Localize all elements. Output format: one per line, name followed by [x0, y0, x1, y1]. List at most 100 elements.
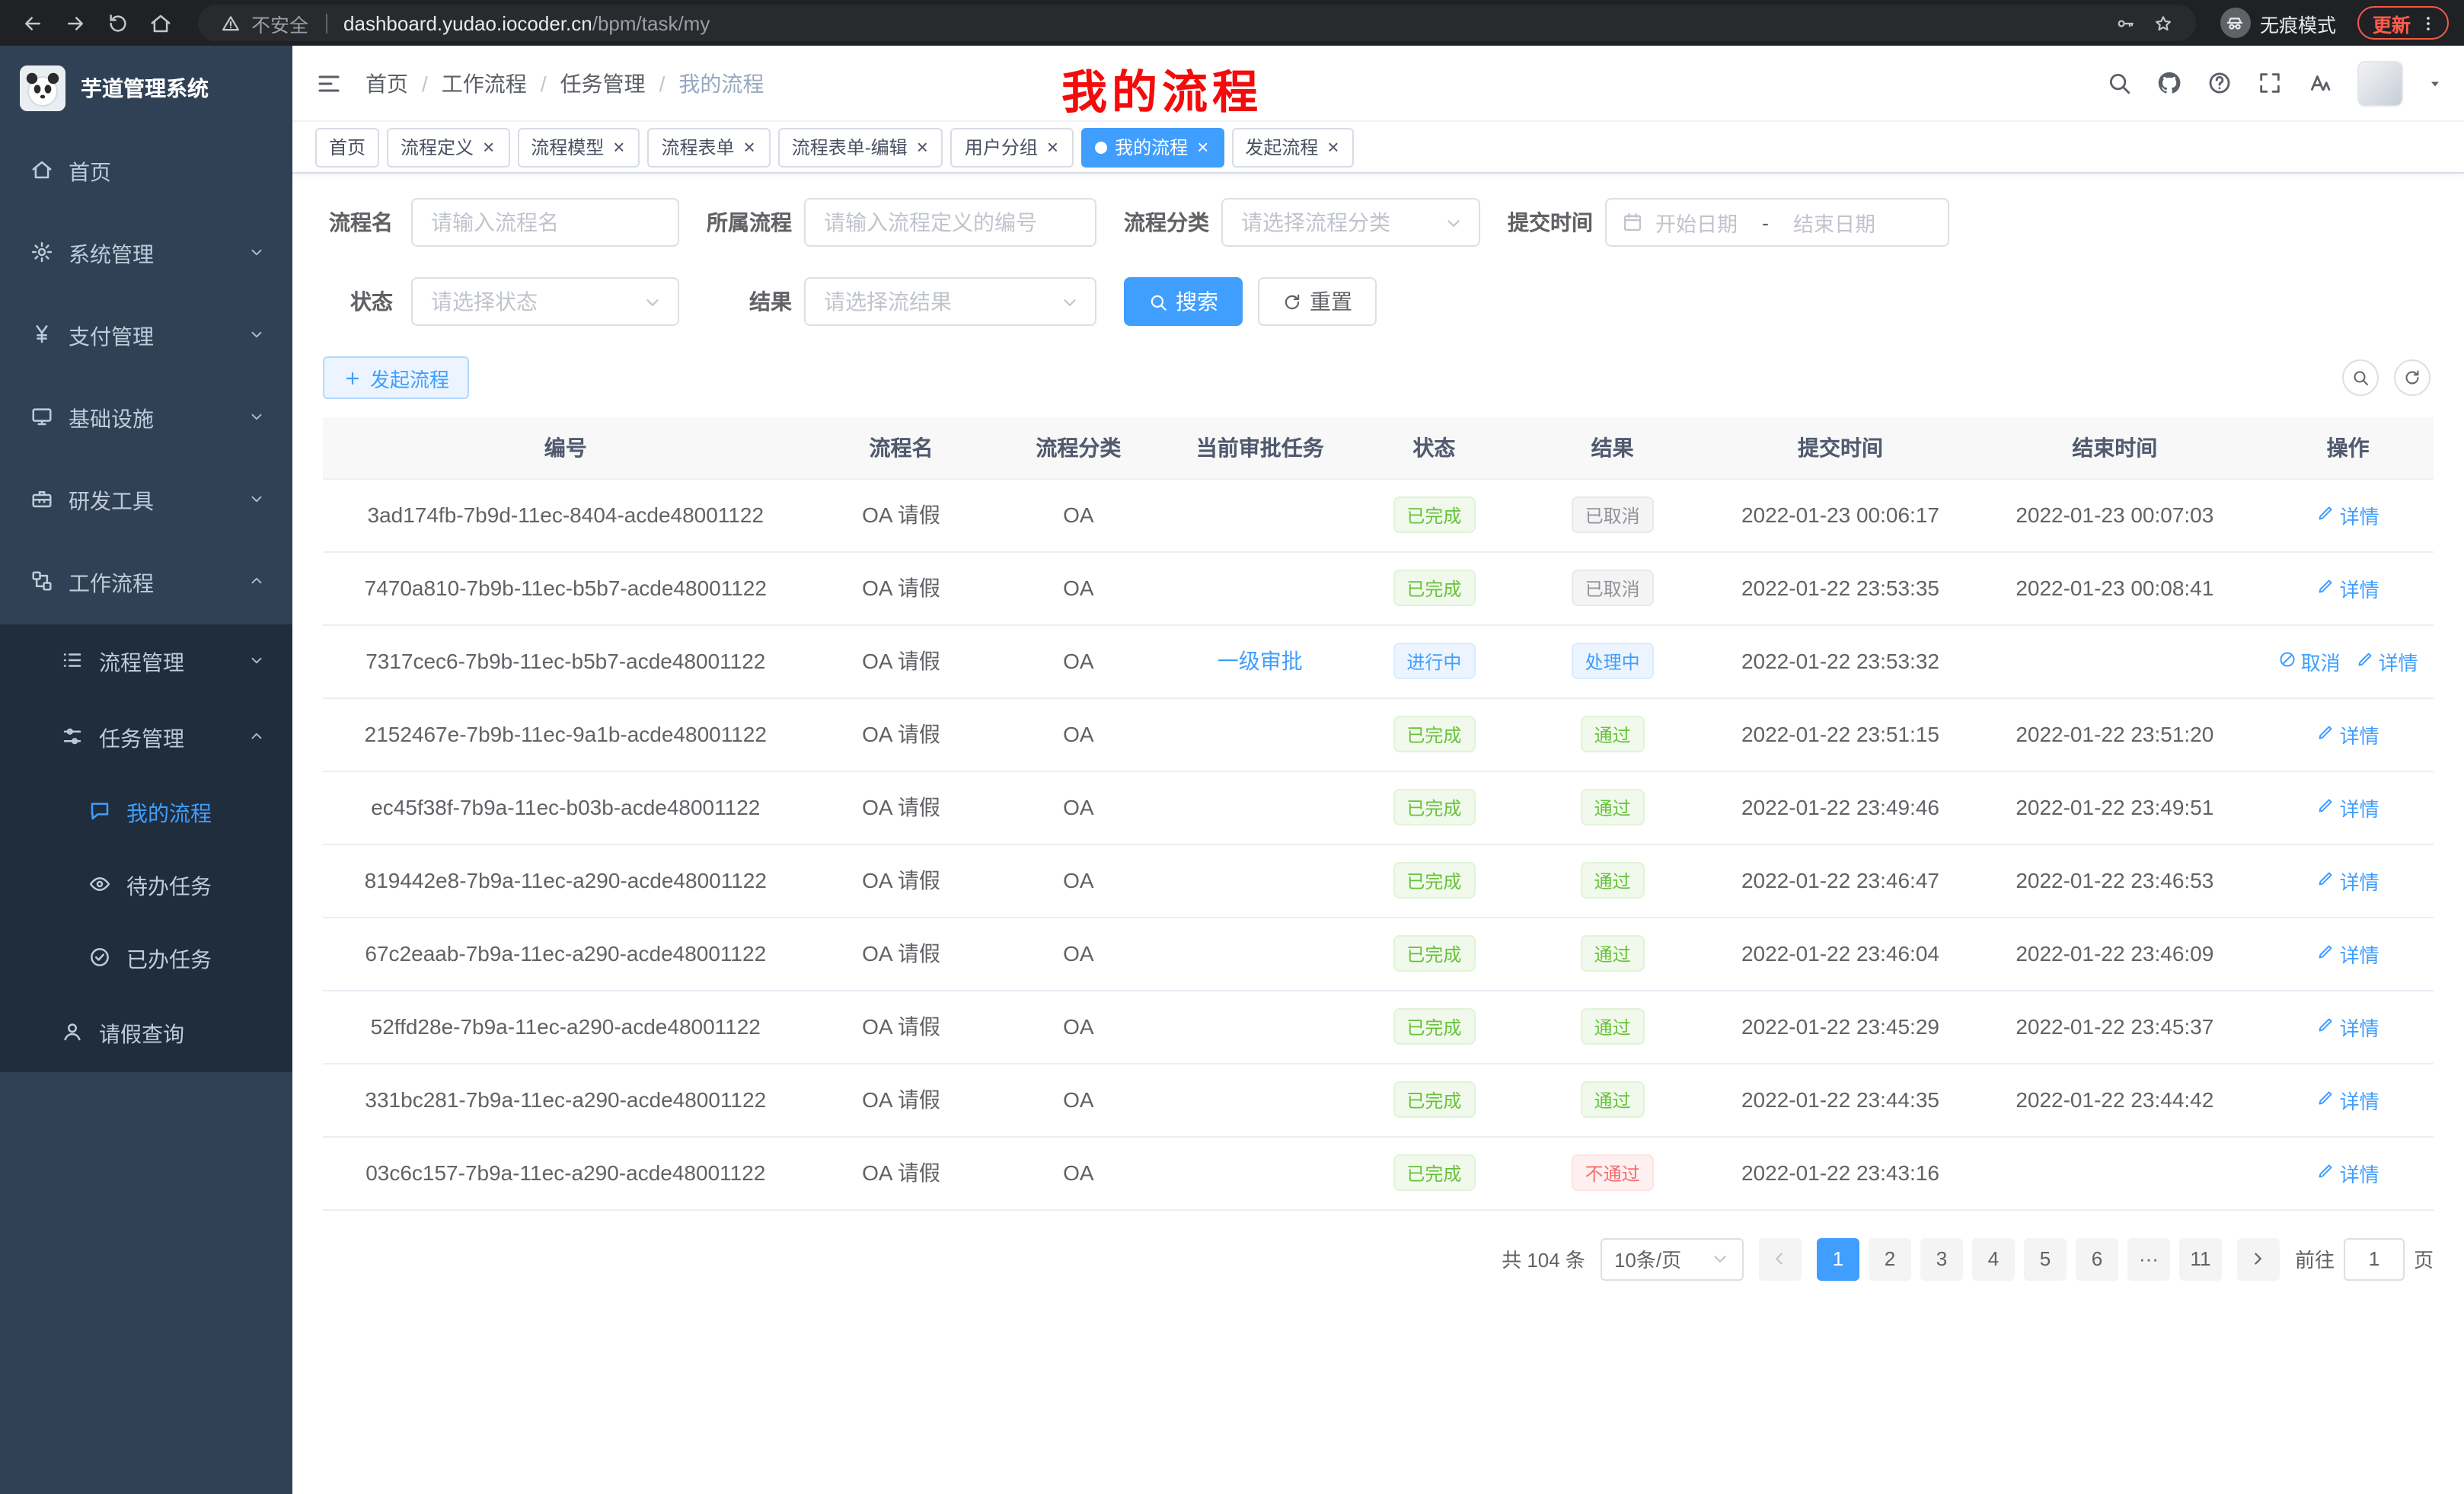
page-button[interactable]: 2 [1869, 1237, 1911, 1280]
close-icon[interactable]: × [481, 137, 496, 157]
breadcrumb-item[interactable]: 首页 [365, 68, 408, 98]
bookmark-star-icon[interactable] [2150, 9, 2178, 37]
status-select[interactable]: 请选择状态 [411, 277, 679, 326]
detail-link[interactable]: 详情 [2317, 939, 2379, 968]
date-range-picker[interactable]: 开始日期 - 结束日期 [1605, 198, 1949, 247]
sidebar-menu: 首页 系统管理 支付管理 基础设施 研发工具 工作流程 [0, 131, 292, 1072]
process-name-input[interactable] [411, 198, 679, 247]
sidebar-item-dev-tools[interactable]: 研发工具 [0, 460, 292, 542]
app-title: 芋道管理系统 [81, 73, 209, 104]
help-icon[interactable] [2207, 70, 2233, 96]
page-button[interactable]: 5 [2024, 1237, 2067, 1280]
sidebar-item-my-process[interactable]: 我的流程 [0, 777, 292, 850]
cancel-link[interactable]: 取消 [2278, 646, 2341, 675]
tab-item[interactable]: 流程表单-编辑 × [778, 127, 943, 167]
current-task-link[interactable]: 一级审批 [1218, 649, 1303, 673]
detail-link[interactable]: 详情 [2317, 573, 2379, 602]
detail-link[interactable]: 详情 [2317, 1158, 2379, 1187]
category-select[interactable]: 请选择流程分类 [1221, 198, 1480, 247]
page-button[interactable]: 3 [1920, 1237, 1963, 1280]
tab-item[interactable]: 流程表单 × [647, 127, 770, 167]
sidebar-item-home[interactable]: 首页 [0, 131, 292, 213]
filter-result: 结果 请选择流结果 [707, 277, 1096, 326]
list-icon [61, 648, 84, 677]
cell-process-name: OA 请假 [809, 1136, 994, 1209]
tab-item[interactable]: 用户分组 × [951, 127, 1074, 167]
detail-link[interactable]: 详情 [2356, 646, 2418, 675]
sidebar-item-label: 我的流程 [126, 798, 265, 828]
close-icon[interactable]: × [1045, 137, 1060, 157]
security-status[interactable]: 不安全 [216, 8, 308, 37]
sidebar-item-task-management[interactable]: 任务管理 [0, 701, 292, 777]
password-key-icon[interactable] [2112, 9, 2140, 37]
cell-current-task [1163, 771, 1357, 844]
process-table: 编号流程名流程分类当前审批任务状态结果提交时间结束时间操作 3ad174fb-7… [323, 417, 2434, 1210]
avatar[interactable] [2357, 60, 2403, 106]
tab-item[interactable]: 发起流程 × [1231, 127, 1354, 167]
caret-down-icon[interactable] [2427, 75, 2443, 91]
pagination-more-button[interactable]: ··· [2127, 1237, 2170, 1280]
detail-link[interactable]: 详情 [2317, 866, 2379, 895]
table-refresh-button[interactable] [2394, 359, 2430, 396]
browser-forward-button[interactable] [58, 6, 91, 40]
sidebar-item-workflow[interactable]: 工作流程 [0, 542, 292, 624]
goto-page-input[interactable] [2344, 1237, 2405, 1280]
detail-link[interactable]: 详情 [2317, 500, 2379, 529]
browser-back-button[interactable] [15, 6, 49, 40]
logo[interactable]: 芋道管理系统 [0, 46, 292, 131]
detail-link[interactable]: 详情 [2317, 1085, 2379, 1114]
flow-icon [30, 569, 53, 598]
sidebar-item-leave-query[interactable]: 请假查询 [0, 996, 292, 1072]
font-size-icon[interactable] [2307, 70, 2333, 96]
tab-item[interactable]: 我的流程 × [1081, 127, 1224, 167]
cell-id: 52ffd28e-7b9a-11ec-a290-acde48001122 [323, 990, 809, 1063]
browser-menu-icon[interactable] [2414, 9, 2441, 37]
parent-process-input[interactable] [804, 198, 1096, 247]
browser-update-button[interactable]: 更新 [2357, 6, 2449, 40]
result-badge: 通过 [1581, 1008, 1645, 1045]
page-button[interactable]: 6 [2076, 1237, 2118, 1280]
page-button[interactable]: 11 [2179, 1237, 2222, 1280]
search-button[interactable]: 搜索 [1124, 277, 1243, 326]
close-icon[interactable]: × [1326, 137, 1340, 157]
sidebar-item-payment-management[interactable]: 支付管理 [0, 295, 292, 378]
incognito-profile-chip[interactable]: 无痕模式 [2217, 5, 2348, 41]
tab-item[interactable]: 流程定义 × [387, 127, 509, 167]
page-button[interactable]: 4 [1972, 1237, 2015, 1280]
prev-page-button[interactable] [1759, 1237, 1802, 1280]
close-icon[interactable]: × [611, 137, 626, 157]
table-search-button[interactable] [2342, 359, 2379, 396]
result-select[interactable]: 请选择流结果 [804, 277, 1096, 326]
detail-link[interactable]: 详情 [2317, 793, 2379, 822]
address-bar[interactable]: 不安全 dashboard.yudao.iocoder.cn/bpm/task/… [198, 5, 2196, 41]
sidebar-toggle[interactable] [292, 69, 365, 97]
breadcrumb-item[interactable]: 工作流程 [442, 68, 527, 98]
sidebar-item-infrastructure[interactable]: 基础设施 [0, 378, 292, 460]
create-process-button[interactable]: 发起流程 [323, 356, 469, 399]
sidebar-item-system-management[interactable]: 系统管理 [0, 213, 292, 295]
breadcrumb-item[interactable]: 任务管理 [560, 68, 646, 98]
cell-process-name: OA 请假 [809, 1063, 994, 1136]
fullscreen-icon[interactable] [2257, 70, 2283, 96]
active-tab-dot [1095, 141, 1107, 153]
tab-item[interactable]: 首页 [315, 127, 379, 167]
next-page-button[interactable] [2237, 1237, 2280, 1280]
github-icon[interactable] [2156, 70, 2182, 96]
page-size-select[interactable]: 10条/页 [1601, 1237, 1744, 1280]
browser-home-button[interactable] [143, 6, 177, 40]
detail-link[interactable]: 详情 [2317, 1012, 2379, 1041]
browser-reload-button[interactable] [101, 6, 134, 40]
page-button[interactable]: 1 [1817, 1237, 1859, 1280]
sidebar-item-done-tasks[interactable]: 已办任务 [0, 923, 292, 996]
result-badge: 处理中 [1572, 643, 1654, 679]
reset-button[interactable]: 重置 [1258, 277, 1377, 326]
tab-item[interactable]: 流程模型 × [517, 127, 640, 167]
close-icon[interactable]: × [742, 137, 757, 157]
sidebar-item-todo-tasks[interactable]: 待办任务 [0, 850, 292, 923]
close-icon[interactable]: × [1195, 137, 1210, 157]
header-search-icon[interactable] [2106, 70, 2132, 96]
detail-link[interactable]: 详情 [2317, 720, 2379, 749]
close-icon[interactable]: × [915, 137, 930, 157]
sidebar-item-process-management[interactable]: 流程管理 [0, 624, 292, 701]
status-badge: 进行中 [1393, 643, 1475, 679]
